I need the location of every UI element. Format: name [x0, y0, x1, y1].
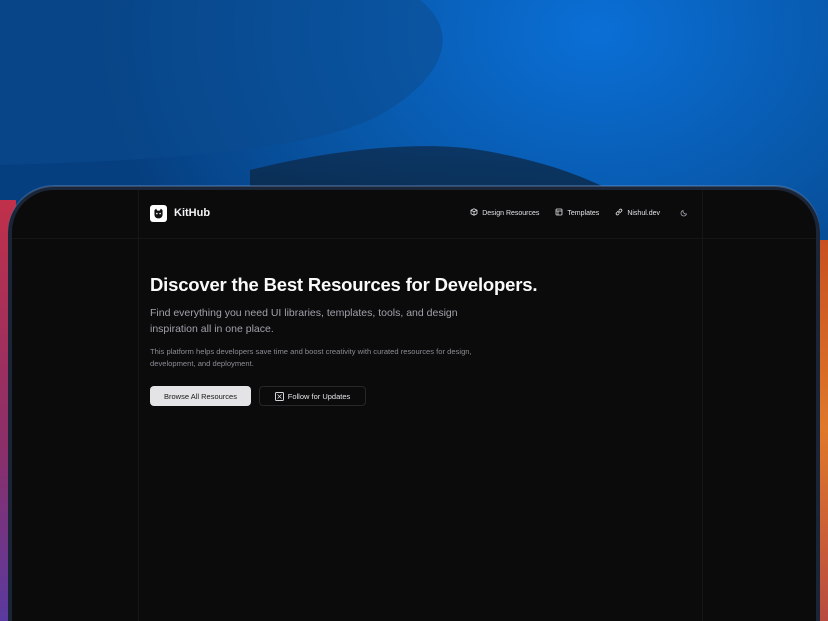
link-icon: [615, 208, 623, 218]
brand-name: KitHub: [174, 207, 211, 219]
device-frame: KitHub Design Resources Templates Nishul…: [8, 186, 820, 621]
hero-cta-group: Browse All Resources Follow for Updates: [150, 386, 580, 406]
nav-item-label: Nishul.dev: [627, 209, 660, 217]
nav-item-design-resources[interactable]: Design Resources: [470, 208, 539, 218]
hero-description: This platform helps developers save time…: [150, 347, 472, 368]
top-navbar: KitHub Design Resources Templates Nishul…: [150, 198, 690, 228]
grid-line-header: [12, 238, 816, 239]
app-screen: KitHub Design Resources Templates Nishul…: [12, 190, 816, 621]
brand-link[interactable]: KitHub: [150, 204, 211, 222]
nav-item-label: Design Resources: [482, 209, 540, 217]
follow-for-updates-button[interactable]: Follow for Updates: [259, 386, 366, 406]
nav-item-label: Templates: [567, 209, 600, 217]
moon-icon: [680, 209, 688, 217]
cube-icon: [470, 208, 478, 218]
main-nav: Design Resources Templates Nishul.dev: [470, 207, 690, 219]
nav-item-nishul-dev[interactable]: Nishul.dev: [615, 208, 660, 218]
grid-line-right: [702, 190, 703, 621]
hero-title: Discover the Best Resources for Develope…: [150, 274, 538, 295]
nav-item-templates[interactable]: Templates: [555, 208, 599, 218]
browse-all-resources-button[interactable]: Browse All Resources: [150, 386, 251, 406]
cat-icon: [150, 204, 167, 222]
follow-button-label: Follow for Updates: [287, 391, 351, 401]
grid-line-left: [138, 190, 139, 621]
x-logo-icon: [274, 391, 284, 401]
hero-lead: Find everything you need UI libraries, t…: [150, 307, 458, 335]
theme-toggle-button[interactable]: [678, 207, 690, 219]
hero-section: Discover the Best Resources for Develope…: [150, 274, 580, 406]
layout-icon: [555, 208, 563, 218]
